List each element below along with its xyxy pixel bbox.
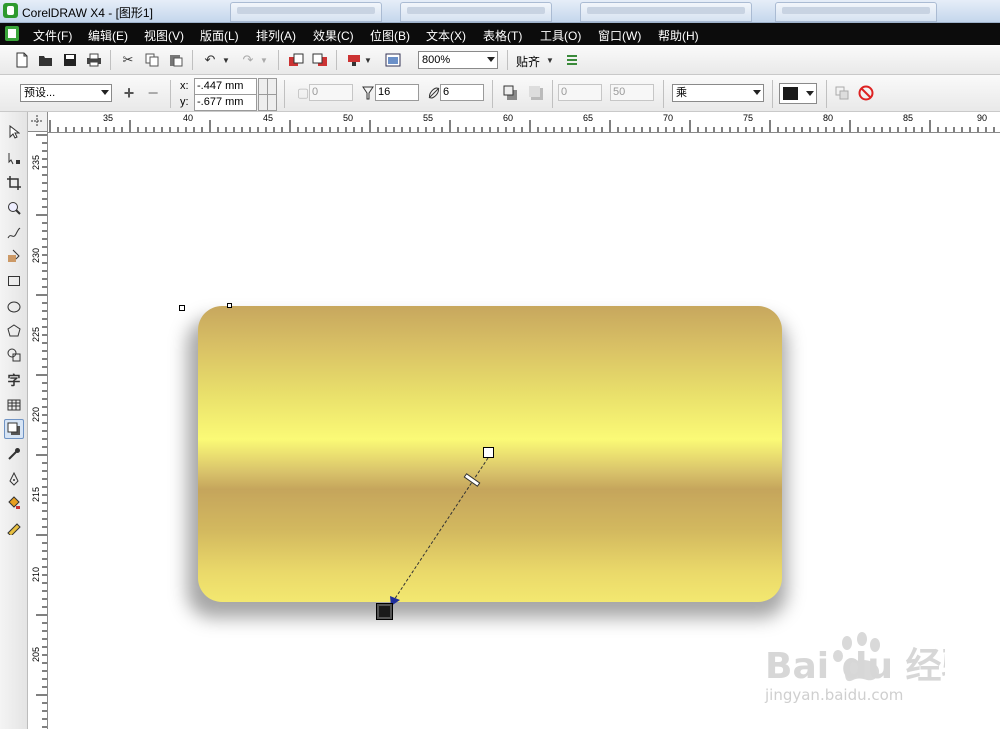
- shadow-opacity-slider[interactable]: [463, 473, 481, 487]
- watermark-url: jingyan.baidu.com: [765, 686, 904, 704]
- watermark-logo: Bai du 经验: [765, 646, 945, 687]
- shadow-start-handle[interactable]: [483, 447, 494, 458]
- shadow-end-handle[interactable]: [376, 603, 393, 620]
